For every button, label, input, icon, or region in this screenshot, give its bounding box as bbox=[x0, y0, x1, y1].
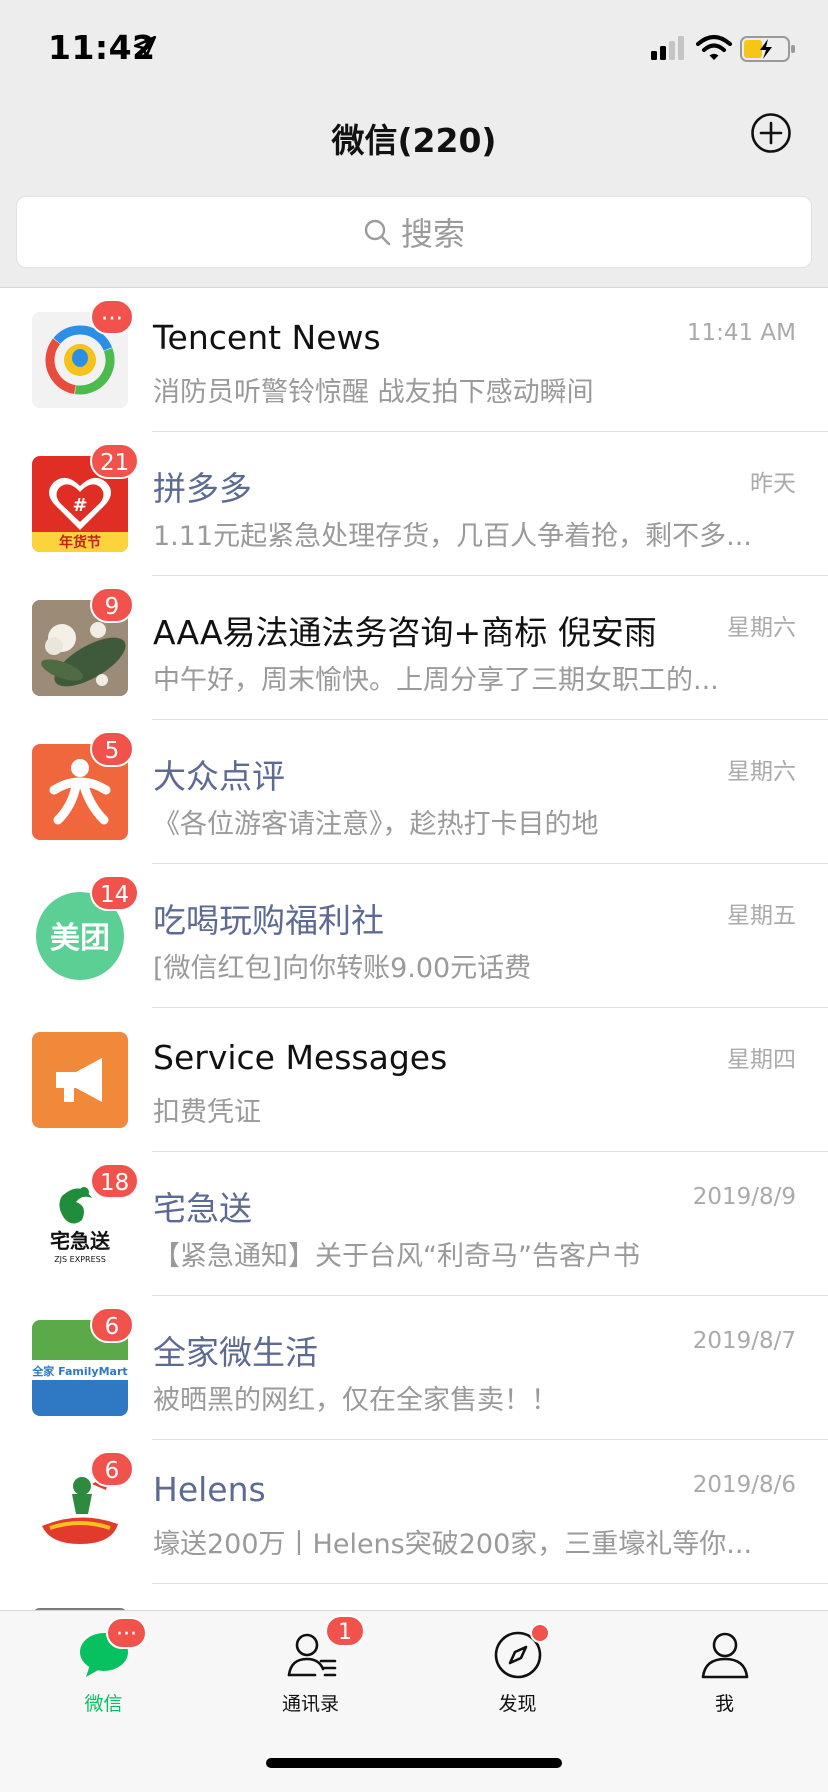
add-circle-icon[interactable] bbox=[750, 112, 792, 154]
chat-preview: 1.11元起紧急处理存货，几百人争着抢，剩不多... bbox=[153, 521, 752, 552]
unread-badge: ··· bbox=[90, 299, 134, 335]
notification-dot bbox=[530, 1623, 550, 1643]
chat-row-pinduoduo[interactable]: # 年货节 21 拼多多 昨天 1.11元起紧急处理存货，几百人争着抢，剩不多.… bbox=[0, 432, 828, 576]
chat-time: 星期四 bbox=[727, 1047, 796, 1073]
chat-time: 昨天 bbox=[750, 471, 796, 497]
wechat-screen: 11:42 微信(220) 搜索 ··· Tencent News 11:41 … bbox=[0, 0, 828, 1792]
search-placeholder: 搜索 bbox=[400, 215, 465, 253]
unread-badge: 18 bbox=[90, 1163, 140, 1199]
tab-label: 发现 bbox=[498, 1693, 537, 1715]
nav-bar: 微信(220) bbox=[0, 100, 828, 188]
cellular-signal-icon bbox=[651, 36, 684, 60]
battery-charging-icon bbox=[740, 36, 795, 62]
chat-row-aaa-legal[interactable]: 9 AAA易法通法务咨询+商标 倪安雨 星期六 中午好，周末愉快。上周分享了三期… bbox=[0, 576, 828, 720]
chat-name: Helens bbox=[153, 1470, 266, 1509]
unread-badge: 6 bbox=[90, 1307, 134, 1343]
page-title: 微信(220) bbox=[331, 121, 497, 160]
chat-name: Service Messages bbox=[153, 1038, 448, 1077]
unread-badge: 14 bbox=[90, 875, 140, 911]
tab-badge: ··· bbox=[106, 1617, 147, 1649]
chat-time: 2019/8/9 bbox=[692, 1184, 796, 1210]
unread-badge: 6 bbox=[90, 1451, 134, 1487]
chat-row-partial[interactable] bbox=[0, 1584, 828, 1611]
location-arrow-icon bbox=[133, 35, 157, 59]
wifi-icon bbox=[696, 35, 732, 60]
chat-list: ··· Tencent News 11:41 AM 消防员听警铃惊醒 战友拍下感… bbox=[0, 287, 828, 1611]
chat-row-service-messages[interactable]: Service Messages 星期四 扣费凭证 bbox=[0, 1008, 828, 1152]
chat-row-dianping[interactable]: 5 大众点评 星期六 《各位游客请注意》，趁热打卡目的地 bbox=[0, 720, 828, 864]
chat-time: 星期六 bbox=[727, 759, 796, 785]
unread-badge: 9 bbox=[90, 587, 134, 623]
tab-label: 通讯录 bbox=[281, 1693, 339, 1715]
chat-row-tencent-news[interactable]: ··· Tencent News 11:41 AM 消防员听警铃惊醒 战友拍下感… bbox=[0, 288, 828, 432]
search-icon bbox=[364, 219, 391, 246]
megaphone-avatar bbox=[32, 1032, 128, 1128]
chat-preview: 壕送200万丨Helens突破200家，三重壕礼等你... bbox=[153, 1529, 753, 1560]
chat-row-familymart[interactable]: 全家 FamilyMart 6 全家微生活 2019/8/7 被晒黑的网红，仅在… bbox=[0, 1296, 828, 1440]
status-bar: 11:42 bbox=[0, 0, 828, 100]
chat-preview: 扣费凭证 bbox=[153, 1097, 261, 1128]
chat-name: AAA易法通法务咨询+商标 倪安雨 bbox=[153, 613, 657, 652]
tab-label: 我 bbox=[714, 1693, 734, 1715]
chat-preview: 消防员听警铃惊醒 战友拍下感动瞬间 bbox=[153, 377, 594, 408]
tab-label: 微信 bbox=[84, 1693, 123, 1715]
avatar-text: 宅急送 bbox=[50, 1229, 111, 1253]
person-icon bbox=[701, 1632, 749, 1679]
search-bar[interactable]: 搜索 bbox=[16, 196, 812, 268]
tab-discover[interactable]: 发现 bbox=[414, 1611, 621, 1731]
chat-row-helens[interactable]: 6 Helens 2019/8/6 壕送200万丨Helens突破200家，三重… bbox=[0, 1440, 828, 1584]
avatar-text: 美团 bbox=[50, 921, 110, 956]
unread-badge: 5 bbox=[90, 731, 134, 767]
svg-text:#: # bbox=[72, 495, 87, 516]
megaphone-icon bbox=[56, 1058, 102, 1102]
chat-name: 拼多多 bbox=[153, 469, 252, 508]
avatar-sub: ZJS EXPRESS bbox=[54, 1255, 106, 1264]
home-indicator[interactable] bbox=[266, 1758, 562, 1768]
avatar-caption: 年货节 bbox=[59, 534, 101, 551]
chat-time: 2019/8/7 bbox=[692, 1328, 796, 1354]
unread-badge: 21 bbox=[90, 443, 140, 479]
tab-badge: 1 bbox=[325, 1615, 365, 1647]
tab-chats[interactable]: ··· 微信 bbox=[0, 1611, 207, 1731]
chat-row-zjs-express[interactable]: 宅急送 ZJS EXPRESS 18 宅急送 2019/8/9 【紧急通知】关于… bbox=[0, 1152, 828, 1296]
chat-preview: [微信红包]向你转账9.00元话费 bbox=[153, 953, 532, 984]
chat-preview: 被晒黑的网红，仅在全家售卖！！ bbox=[153, 1385, 558, 1416]
chat-name: 宅急送 bbox=[153, 1189, 252, 1228]
chat-preview: 中午好，周末愉快。上周分享了三期女职工的... bbox=[153, 665, 719, 696]
chat-row-welfare-club[interactable]: 美团 14 吃喝玩购福利社 星期五 [微信红包]向你转账9.00元话费 bbox=[0, 864, 828, 1008]
chat-name: 大众点评 bbox=[153, 757, 285, 796]
chat-time: 2019/8/6 bbox=[692, 1472, 796, 1498]
chat-time: 星期五 bbox=[727, 903, 796, 929]
chat-name: Tencent News bbox=[153, 318, 381, 357]
chat-preview: 《各位游客请注意》，趁热打卡目的地 bbox=[153, 809, 599, 840]
chat-name: 全家微生活 bbox=[153, 1333, 318, 1372]
tab-me[interactable]: 我 bbox=[621, 1611, 828, 1731]
tab-contacts[interactable]: 1 通讯录 bbox=[207, 1611, 414, 1731]
chat-preview: 【紧急通知】关于台风“利奇马”告客户书 bbox=[153, 1241, 640, 1272]
chat-time: 星期六 bbox=[727, 615, 796, 641]
avatar-text: 全家 FamilyMart bbox=[32, 1364, 128, 1378]
chat-name: 吃喝玩购福利社 bbox=[153, 901, 384, 940]
chat-time: 11:41 AM bbox=[686, 320, 796, 346]
